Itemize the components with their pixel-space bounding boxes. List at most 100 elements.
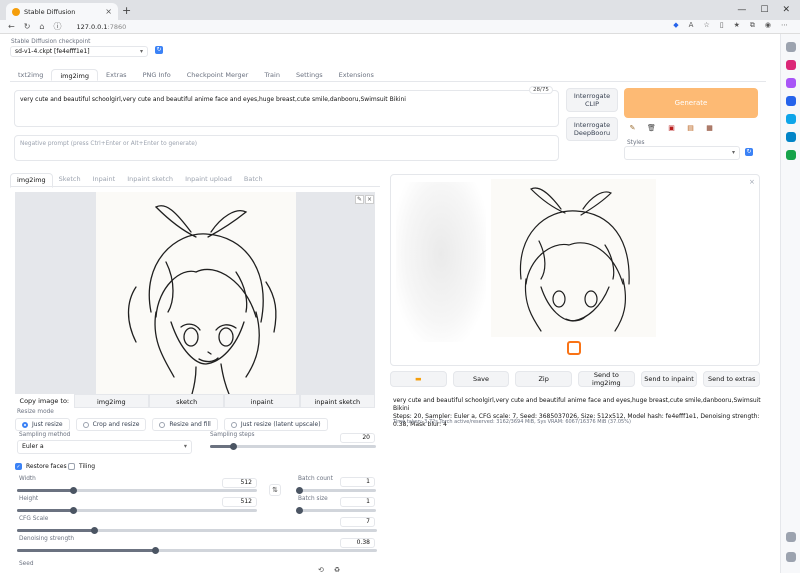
open-folder-button[interactable]: ▬ xyxy=(390,371,447,387)
gallery-thumbnail[interactable] xyxy=(567,341,581,355)
paint-brush-icon[interactable]: ✎ xyxy=(627,123,638,134)
sidebar-settings-icon[interactable] xyxy=(786,552,796,562)
slider-knob[interactable] xyxy=(296,487,303,494)
tab-extensions[interactable]: Extensions xyxy=(331,69,382,81)
split-icon[interactable]: ▯ xyxy=(720,21,724,30)
read-aloud-icon[interactable]: A xyxy=(689,21,694,30)
batch-size-slider[interactable] xyxy=(296,507,376,514)
extension-icon[interactable]: ◆ xyxy=(673,21,678,30)
url-host: 127.0.0.1 xyxy=(76,22,108,31)
cfg-scale-slider[interactable] xyxy=(17,527,377,534)
copy-to-img2img-button[interactable]: img2img xyxy=(73,394,149,408)
favorites-icon[interactable]: ★ xyxy=(734,21,740,30)
send-to-img2img-button[interactable]: Send to img2img xyxy=(578,371,635,387)
save-style-icon[interactable]: ▦ xyxy=(704,123,715,134)
slider-knob[interactable] xyxy=(70,507,77,514)
tab-png-info[interactable]: PNG Info xyxy=(135,69,179,81)
collections-icon[interactable]: ⧉ xyxy=(750,21,755,30)
swap-dimensions-button[interactable]: ⇅ xyxy=(269,484,281,496)
copy-to-inpaint-sketch-button[interactable]: inpaint sketch xyxy=(299,394,375,408)
menu-icon[interactable]: ⋯ xyxy=(781,21,788,30)
batch-size-input[interactable]: 1 xyxy=(340,497,375,507)
search-icon[interactable] xyxy=(786,42,796,52)
radio-just-resize[interactable]: Just resize xyxy=(15,418,70,431)
extra-networks-icon[interactable]: ▣ xyxy=(666,123,677,134)
tab-checkpoint-merger[interactable]: Checkpoint Merger xyxy=(179,69,257,81)
prompt-input[interactable]: very cute and beautiful schoolgirl,very … xyxy=(14,90,559,127)
output-image[interactable] xyxy=(491,179,656,337)
width-slider[interactable] xyxy=(17,487,257,494)
batch-count-input[interactable]: 1 xyxy=(340,477,375,487)
checkbox-unchecked xyxy=(68,463,75,470)
width-input[interactable]: 512 xyxy=(222,478,257,488)
radio-just-resize-latent[interactable]: Just resize (latent upscale) xyxy=(223,418,328,431)
slider-knob[interactable] xyxy=(230,443,237,450)
tiling-checkbox[interactable]: Tiling xyxy=(68,463,95,470)
favorite-icon[interactable]: ☆ xyxy=(703,21,709,30)
tab-txt2img[interactable]: txt2img xyxy=(10,69,51,81)
refresh-checkpoint-button[interactable]: ↻ xyxy=(155,46,163,54)
refresh-styles-button[interactable]: ↻ xyxy=(745,148,753,156)
reload-icon[interactable]: ↻ xyxy=(24,22,31,31)
clear-image-icon[interactable]: × xyxy=(365,195,374,204)
sampling-steps-input[interactable]: 20 xyxy=(340,433,375,443)
clipboard-icon[interactable]: ▤ xyxy=(685,123,696,134)
sidebar-layout-icon[interactable] xyxy=(786,532,796,542)
edit-icon[interactable]: ✎ xyxy=(355,195,364,204)
tab-settings[interactable]: Settings xyxy=(288,69,331,81)
maximize-icon[interactable]: ☐ xyxy=(760,5,768,15)
close-icon[interactable]: × xyxy=(749,178,755,186)
new-tab-icon[interactable]: + xyxy=(122,4,131,17)
interrogate-clip-button[interactable]: Interrogate CLIP xyxy=(566,88,618,112)
slider-knob[interactable] xyxy=(91,527,98,534)
height-input[interactable]: 512 xyxy=(222,497,257,507)
close-tab-icon[interactable]: × xyxy=(105,7,112,16)
styles-select[interactable]: ▾ xyxy=(624,146,740,160)
slider-knob[interactable] xyxy=(296,507,303,514)
copy-to-sketch-button[interactable]: sketch xyxy=(149,394,225,408)
copy-to-inpaint-button[interactable]: inpaint xyxy=(224,394,300,408)
home-icon[interactable]: ⌂ xyxy=(39,22,44,31)
height-slider[interactable] xyxy=(17,507,257,514)
restore-faces-checkbox[interactable]: ✓ Restore faces xyxy=(15,463,67,470)
office-icon[interactable] xyxy=(786,114,796,124)
browser-tab[interactable]: Stable Diffusion × xyxy=(6,3,118,20)
sampling-steps-slider[interactable] xyxy=(210,443,376,450)
slider-knob[interactable] xyxy=(152,547,159,554)
zip-button[interactable]: Zip xyxy=(515,371,573,387)
address-bar[interactable]: 127.0.0.1:7860 xyxy=(76,23,126,31)
shopping-icon[interactable] xyxy=(786,60,796,70)
drop-icon[interactable] xyxy=(786,150,796,160)
games-icon[interactable] xyxy=(786,96,796,106)
send-to-inpaint-button[interactable]: Send to inpaint xyxy=(640,371,698,387)
restore-faces-label: Restore faces xyxy=(26,463,67,470)
info-icon[interactable]: ⓘ xyxy=(53,21,61,32)
outlook-icon[interactable] xyxy=(786,132,796,142)
radio-crop-and-resize[interactable]: Crop and resize xyxy=(75,418,147,431)
denoising-strength-slider[interactable] xyxy=(17,547,377,554)
minimize-icon[interactable]: — xyxy=(737,5,746,15)
sampling-method-select[interactable]: Euler a ▾ xyxy=(17,440,192,454)
reuse-seed-icon[interactable]: ♻ xyxy=(334,566,340,573)
back-icon[interactable]: ← xyxy=(8,22,15,31)
slider-knob[interactable] xyxy=(70,487,77,494)
random-seed-icon[interactable]: ⟲ xyxy=(318,566,324,573)
save-button[interactable]: Save xyxy=(452,371,510,387)
denoising-strength-input[interactable]: 0.38 xyxy=(340,538,375,548)
tab-extras[interactable]: Extras xyxy=(98,69,135,81)
batch-count-slider[interactable] xyxy=(296,487,376,494)
profile-icon[interactable]: ◉ xyxy=(765,21,771,30)
radio-resize-and-fill[interactable]: Resize and fill xyxy=(152,418,218,431)
send-to-extras-button[interactable]: Send to extras xyxy=(703,371,761,387)
interrogate-deepbooru-button[interactable]: Interrogate DeepBooru xyxy=(566,117,618,141)
cfg-scale-input[interactable]: 7 xyxy=(340,517,375,527)
trash-icon[interactable]: 🗑 xyxy=(646,123,657,134)
checkpoint-select[interactable]: sd-v1-4.ckpt [fe4efff1e1] ▾ xyxy=(10,46,148,57)
radio-label: Just resize (latent upscale) xyxy=(240,421,321,428)
tab-img2img[interactable]: img2img xyxy=(51,69,99,81)
tab-train[interactable]: Train xyxy=(256,69,288,81)
tools-icon[interactable] xyxy=(786,78,796,88)
negative-prompt-input[interactable]: Negative prompt (press Ctrl+Enter or Alt… xyxy=(14,135,559,161)
close-window-icon[interactable]: ✕ xyxy=(782,5,790,15)
generate-button[interactable]: Generate xyxy=(624,88,758,118)
